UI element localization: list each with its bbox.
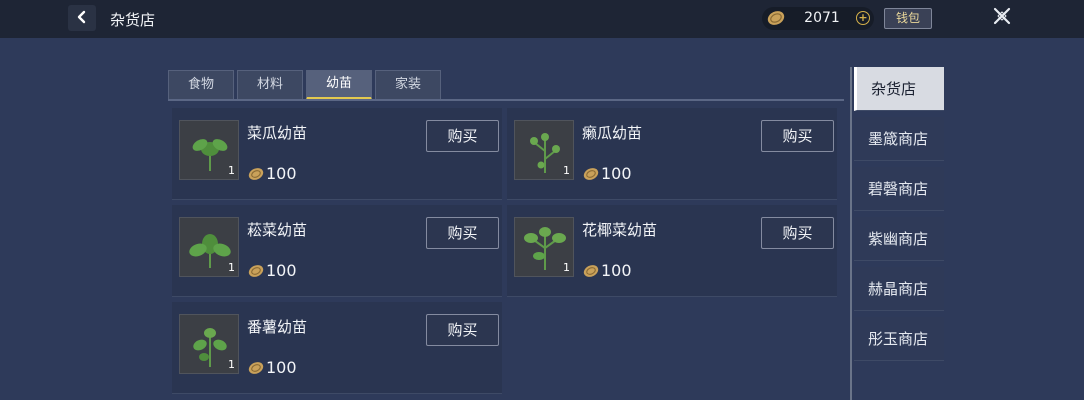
shop-tab-general-store[interactable]: 杂货店 — [854, 67, 944, 111]
tab-furnishing[interactable]: 家装 — [375, 70, 441, 100]
item-name: 花椰菜幼苗 — [582, 221, 658, 239]
coin-icon — [766, 9, 786, 31]
coin-icon — [582, 166, 600, 186]
item-price: 100 — [266, 261, 297, 280]
coin-icon — [582, 263, 600, 283]
buy-button[interactable]: 购买 — [761, 217, 834, 249]
buy-button[interactable]: 购买 — [761, 120, 834, 152]
coin-balance: 2071 — [804, 10, 840, 26]
item-price: 100 — [601, 164, 632, 183]
shop-item: 1 番薯幼苗 100 购买 — [172, 302, 502, 394]
item-name: 菜瓜幼苗 — [247, 124, 308, 142]
buy-button[interactable]: 购买 — [426, 314, 499, 346]
item-quantity: 1 — [228, 164, 235, 177]
buy-button[interactable]: 购买 — [426, 217, 499, 249]
close-icon — [992, 6, 1012, 30]
item-quantity: 1 — [228, 261, 235, 274]
coin-icon — [247, 166, 265, 186]
item-price: 100 — [266, 164, 297, 183]
shop-item: 1 花椰菜幼苗 100 购买 — [507, 205, 837, 297]
back-button[interactable] — [68, 5, 96, 31]
page-title: 杂货店 — [110, 11, 156, 29]
shop-tab-ziyou[interactable]: 紫幽商店 — [854, 217, 944, 261]
shop-item: 1 癞瓜幼苗 100 购买 — [507, 108, 837, 200]
item-name: 番薯幼苗 — [247, 318, 308, 336]
tab-seedlings[interactable]: 幼苗 — [306, 70, 372, 100]
coin-icon — [247, 360, 265, 380]
plus-icon[interactable]: + — [856, 11, 870, 25]
item-thumbnail: 1 — [179, 120, 239, 180]
shop-item: 1 菘菜幼苗 100 购买 — [172, 205, 502, 297]
item-price: 100 — [601, 261, 632, 280]
item-quantity: 1 — [563, 164, 570, 177]
tabs-divider — [168, 99, 844, 101]
shop-list-divider — [850, 67, 852, 400]
shop-item: 1 菜瓜幼苗 100 购买 — [172, 108, 502, 200]
coin-icon — [247, 263, 265, 283]
top-bar: 杂货店 2071 + 钱包 — [0, 0, 1084, 38]
shop-tab-tongyu[interactable]: 彤玉商店 — [854, 317, 944, 361]
item-thumbnail: 1 — [514, 217, 574, 277]
item-quantity: 1 — [563, 261, 570, 274]
close-button[interactable] — [988, 5, 1016, 31]
item-name: 菘菜幼苗 — [247, 221, 308, 239]
item-price: 100 — [266, 358, 297, 377]
shop-tab-biqing[interactable]: 碧磬商店 — [854, 167, 944, 211]
item-thumbnail: 1 — [179, 217, 239, 277]
wallet-button[interactable]: 钱包 — [884, 8, 932, 29]
item-thumbnail: 1 — [179, 314, 239, 374]
tab-materials[interactable]: 材料 — [237, 70, 303, 100]
buy-button[interactable]: 购买 — [426, 120, 499, 152]
tab-food[interactable]: 食物 — [168, 70, 234, 100]
shop-tab-hejing[interactable]: 赫晶商店 — [854, 267, 944, 311]
item-name: 癞瓜幼苗 — [582, 124, 643, 142]
shop-tab-mozhen[interactable]: 墨箴商店 — [854, 117, 944, 161]
chevron-left-icon — [75, 9, 89, 28]
item-thumbnail: 1 — [514, 120, 574, 180]
item-quantity: 1 — [228, 358, 235, 371]
